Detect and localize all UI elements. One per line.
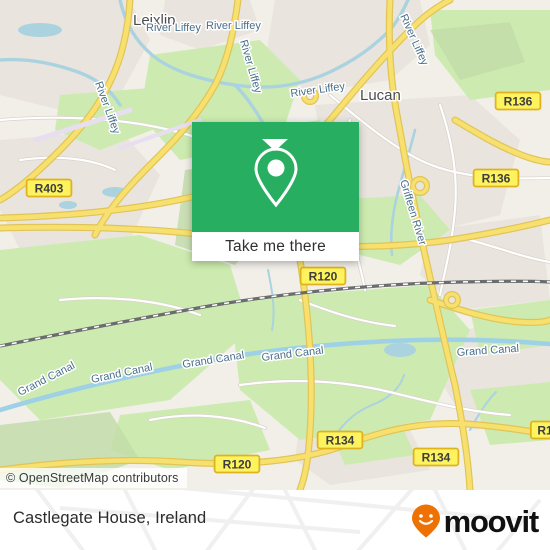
svg-text:R134: R134 (326, 434, 355, 448)
map-water-label: River LiffeyRiver Liffey (205, 19, 263, 34)
popup-pointer (262, 139, 288, 151)
svg-text:River Liffey: River Liffey (146, 22, 201, 34)
footer-bar: Castlegate House, Ireland moovit (0, 490, 550, 550)
svg-text:R120: R120 (223, 458, 252, 472)
moovit-map-screenshot: .lbl{font-family:"Liberation Sans",sans-… (0, 0, 550, 550)
svg-text:River Liffey: River Liffey (206, 20, 261, 32)
road-shield[interactable]: R136 (494, 91, 542, 111)
svg-text:Lucan: Lucan (360, 87, 401, 104)
map-water-label: River LiffeyRiver Liffey (145, 21, 203, 36)
place-title: Castlegate House, Ireland (13, 509, 207, 527)
popup-action-bar[interactable]: Take me there (192, 232, 359, 261)
svg-text:R403: R403 (35, 182, 64, 196)
moovit-wordmark: moovit (443, 503, 540, 539)
road-shield[interactable]: R134 (412, 447, 460, 467)
svg-text:R134: R134 (422, 451, 451, 465)
road-shield[interactable]: R120 (213, 454, 261, 474)
moovit-logo[interactable]: moovit (411, 503, 540, 539)
moovit-pin-smiley-icon (411, 504, 440, 538)
road-shield[interactable]: R134 (316, 430, 364, 450)
take-me-there-label: Take me there (225, 237, 326, 255)
road-shield[interactable]: R403 (25, 178, 73, 198)
svg-text:R136: R136 (504, 95, 533, 109)
svg-text:R120: R120 (309, 270, 338, 284)
svg-text:R136: R136 (482, 172, 511, 186)
road-shield[interactable]: R1 (529, 420, 550, 440)
road-shield[interactable]: R120 (299, 266, 347, 286)
map-place-label: LucanLucan (359, 86, 403, 106)
road-shield[interactable]: R136 (472, 168, 520, 188)
map-pin-icon (253, 147, 298, 208)
svg-text:R1: R1 (537, 424, 550, 438)
osm-attribution: © OpenStreetMap contributors (0, 468, 187, 488)
